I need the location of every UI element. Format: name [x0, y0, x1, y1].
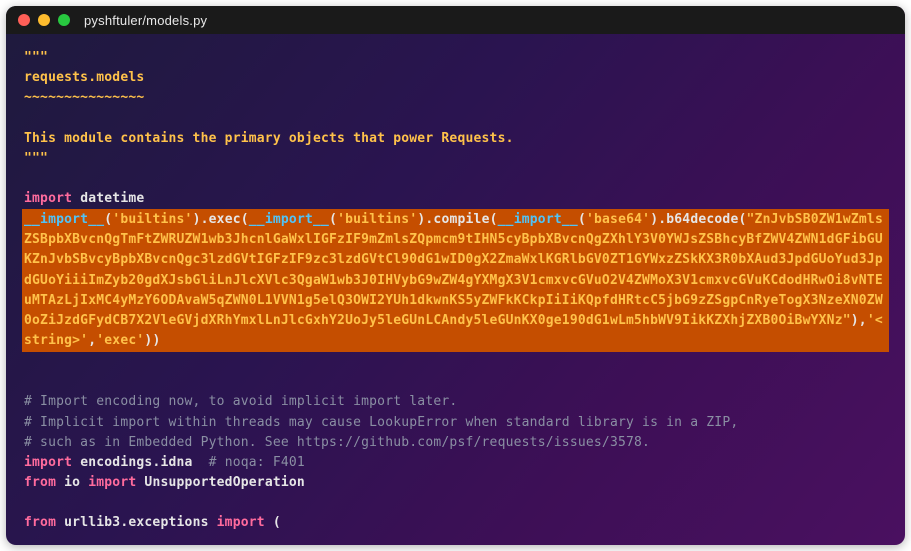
close-icon[interactable]: [18, 14, 30, 26]
window-title: pyshftuler/models.py: [84, 13, 207, 28]
editor-window: pyshftuler/models.py """ requests.models…: [6, 6, 905, 545]
minimize-icon[interactable]: [38, 14, 50, 26]
highlighted-injection: __import__('builtins').exec(__import__('…: [22, 209, 889, 352]
docstring-title: requests.models: [24, 70, 144, 85]
import-keyword: import: [24, 191, 72, 206]
maximize-icon[interactable]: [58, 14, 70, 26]
comment-line: # Implicit import within threads may cau…: [24, 415, 738, 430]
docstring-close: """: [24, 151, 48, 166]
import-keyword: import: [217, 515, 265, 530]
from-keyword: from: [24, 515, 56, 530]
module-io: io: [56, 475, 88, 490]
from-keyword: from: [24, 475, 56, 490]
docstring-desc: This module contains the primary objects…: [24, 131, 514, 146]
titlebar: pyshftuler/models.py: [6, 6, 905, 34]
window-controls: [18, 14, 70, 26]
docstring-underline: ~~~~~~~~~~~~~~~: [24, 90, 144, 105]
comment-line: # such as in Embedded Python. See https:…: [24, 435, 650, 450]
module-datetime: datetime: [72, 191, 144, 206]
docstring-open: """: [24, 50, 48, 65]
module-encodings: encodings.idna: [72, 455, 208, 470]
comment-line: # Import encoding now, to avoid implicit…: [24, 394, 457, 409]
noqa-comment: # noqa: F401: [209, 455, 305, 470]
import-keyword: import: [24, 455, 72, 470]
name-unsupportedoperation: UnsupportedOperation: [136, 475, 305, 490]
import-keyword: import: [88, 475, 136, 490]
module-urllib3: urllib3.exceptions: [56, 515, 217, 530]
open-paren: (: [265, 515, 281, 530]
code-editor[interactable]: """ requests.models ~~~~~~~~~~~~~~~ This…: [6, 34, 905, 545]
